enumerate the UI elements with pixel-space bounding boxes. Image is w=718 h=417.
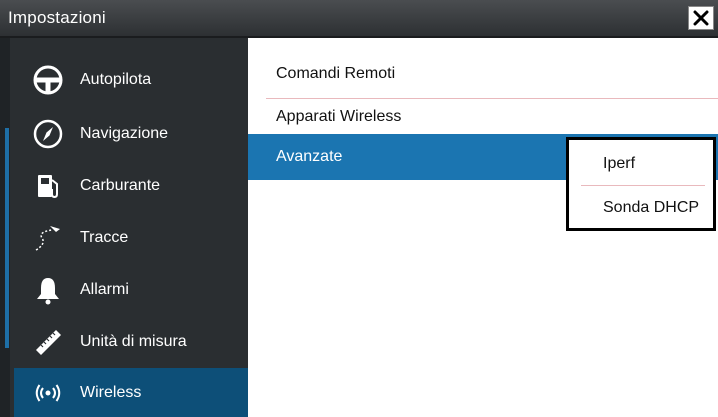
submenu-popup: Iperf Sonda DHCP bbox=[566, 137, 716, 231]
window-title: Impostazioni bbox=[8, 8, 106, 27]
sidebar-item-label: Autopilota bbox=[80, 71, 152, 88]
wireless-icon bbox=[28, 373, 68, 413]
bell-icon bbox=[28, 270, 68, 310]
title-bar: Impostazioni bbox=[0, 0, 718, 38]
sidebar-item-label: Wireless bbox=[80, 383, 142, 401]
sidebar-item-allarmi[interactable]: Allarmi bbox=[14, 264, 248, 316]
sidebar-item-label: Navigazione bbox=[80, 125, 169, 142]
settings-window: Impostazioni Autopilota Navigazione Carb… bbox=[0, 0, 718, 417]
fuel-pump-icon bbox=[28, 166, 68, 206]
sidebar-item-label: Tracce bbox=[80, 229, 129, 246]
sidebar-item-unita-di-misura[interactable]: Unità di misura bbox=[14, 316, 248, 368]
sidebar-item-autopilota[interactable]: Autopilota bbox=[14, 54, 248, 106]
popup-item-iperf[interactable]: Iperf bbox=[569, 142, 713, 186]
sidebar-item-label: Carburante bbox=[80, 177, 161, 194]
steering-wheel-icon bbox=[28, 60, 68, 100]
sidebar-item-wireless[interactable]: Wireless bbox=[14, 368, 248, 417]
sidebar-item-label: Unità di misura bbox=[80, 333, 187, 350]
ruler-icon bbox=[28, 322, 68, 362]
popup-item-sonda-dhcp[interactable]: Sonda DHCP bbox=[569, 186, 713, 230]
sidebar-item-label: Allarmi bbox=[80, 281, 129, 298]
track-icon bbox=[28, 218, 68, 258]
sidebar: Autopilota Navigazione Carburante Tracce… bbox=[0, 38, 248, 417]
close-button[interactable] bbox=[688, 6, 714, 30]
compass-icon bbox=[28, 114, 68, 154]
menu-item-label: Apparati Wireless bbox=[276, 107, 402, 125]
menu-item-label: Avanzate bbox=[276, 148, 343, 165]
menu-item-label: Comandi Remoti bbox=[276, 64, 396, 82]
popup-item-label: Iperf bbox=[603, 155, 636, 172]
sidebar-item-tracce[interactable]: Tracce bbox=[14, 212, 248, 264]
sidebar-item-navigazione[interactable]: Navigazione bbox=[14, 108, 248, 160]
sidebar-scrollbar[interactable] bbox=[5, 128, 9, 348]
close-icon bbox=[693, 10, 709, 26]
sidebar-item-carburante[interactable]: Carburante bbox=[14, 160, 248, 212]
popup-item-label: Sonda DHCP bbox=[603, 199, 700, 216]
